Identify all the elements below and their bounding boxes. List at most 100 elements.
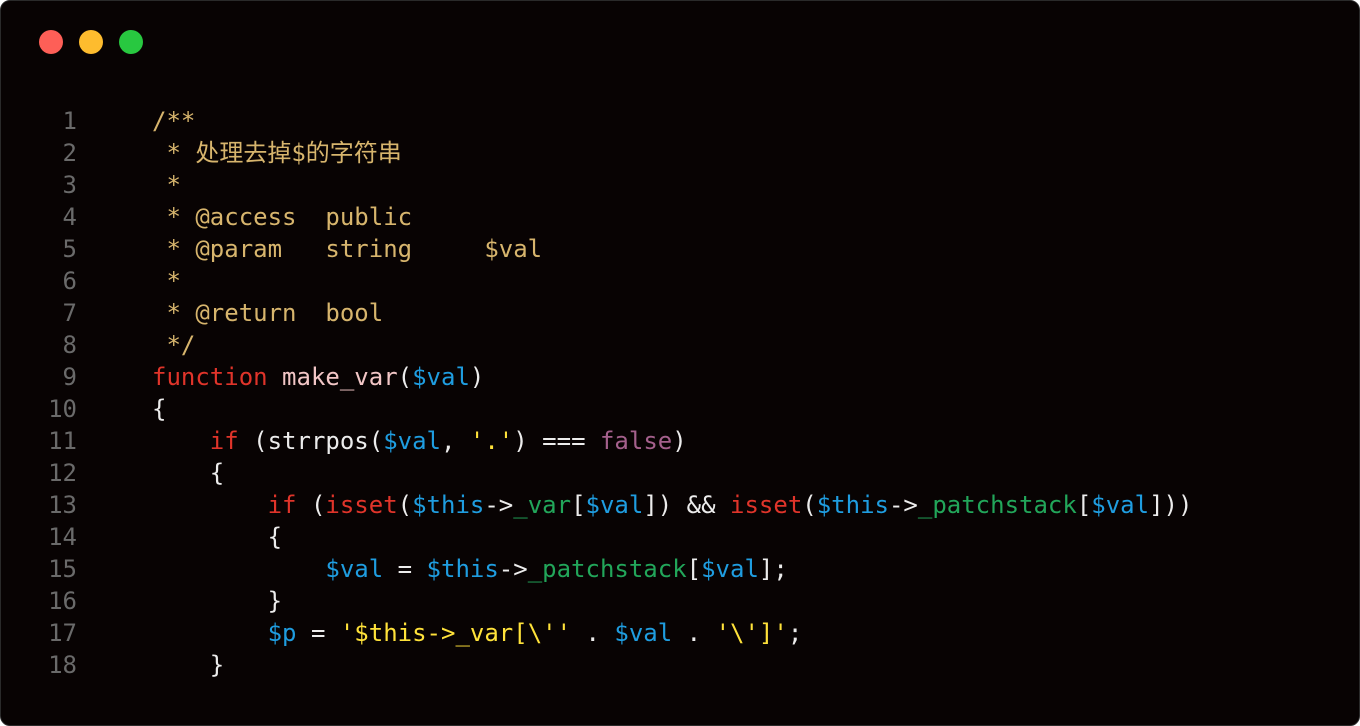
line-number: 17 bbox=[48, 619, 77, 647]
code-token-var: $this bbox=[426, 555, 499, 583]
line-content: * @return bool bbox=[77, 297, 383, 329]
line-number: 18 bbox=[48, 651, 77, 679]
code-token-comment: /** bbox=[152, 107, 196, 135]
line-content: { bbox=[77, 521, 282, 553]
code-line: 11 if (strrpos($val, '.') === false) bbox=[1, 425, 1192, 457]
code-token-string: '$this->_var[\'' bbox=[339, 619, 572, 647]
zoom-button[interactable] bbox=[119, 30, 143, 54]
code-token-plain: . bbox=[672, 619, 716, 647]
code-token-comment: * 处理去掉$的字符串 bbox=[152, 139, 402, 167]
line-content: } bbox=[77, 649, 224, 681]
code-line: 5 * @param string $val bbox=[1, 233, 1192, 265]
line-number: 6 bbox=[62, 267, 77, 295]
code-token-plain: -> bbox=[484, 491, 514, 519]
code-line: 10 { bbox=[1, 393, 1192, 425]
line-number: 2 bbox=[62, 139, 77, 167]
code-token-var: $val bbox=[325, 555, 384, 583]
code-line: 2 * 处理去掉$的字符串 bbox=[1, 137, 1192, 169]
code-token-var: $this bbox=[816, 491, 889, 519]
code-token-plain: . bbox=[571, 619, 615, 647]
code-line: 7 * @return bool bbox=[1, 297, 1192, 329]
line-number: 3 bbox=[62, 171, 77, 199]
code-token-plain: ( bbox=[296, 491, 326, 519]
line-content: */ bbox=[77, 329, 195, 361]
line-number: 9 bbox=[62, 363, 77, 391]
code-token-comment: * bbox=[152, 267, 181, 295]
code-token-plain: ) bbox=[672, 427, 687, 455]
code-token-prop: _var bbox=[513, 491, 572, 519]
line-content: * 处理去掉$的字符串 bbox=[77, 137, 402, 169]
line-content: function make_var($val) bbox=[77, 361, 484, 393]
minimize-button[interactable] bbox=[79, 30, 103, 54]
line-content: { bbox=[77, 393, 166, 425]
code-token-plain: , bbox=[441, 427, 470, 455]
code-token-string: '.' bbox=[469, 427, 514, 455]
line-number: 1 bbox=[62, 107, 77, 135]
code-line: 15 $val = $this->_patchstack[$val]; bbox=[1, 553, 1192, 585]
code-token-var: $this bbox=[412, 491, 485, 519]
line-number: 13 bbox=[48, 491, 77, 519]
code-token-var: $val bbox=[412, 363, 470, 391]
code-token-plain: ])) bbox=[1149, 491, 1193, 519]
code-token-comment: * bbox=[152, 171, 181, 199]
code-token-var: $val bbox=[585, 491, 644, 519]
code-token-keyword: if bbox=[267, 491, 297, 519]
code-line: 8 */ bbox=[1, 329, 1192, 361]
code-line: 16 } bbox=[1, 585, 1192, 617]
line-content: * bbox=[77, 169, 181, 201]
code-token-bool: false bbox=[599, 427, 673, 455]
line-content: /** bbox=[77, 105, 195, 137]
code-token-keyword: if bbox=[209, 427, 239, 455]
close-button[interactable] bbox=[39, 30, 63, 54]
code-token-plain: [ bbox=[686, 555, 702, 583]
code-block: 1/** 2 * 处理去掉$的字符串 3 * 4 * @access public 5 … bbox=[1, 105, 1192, 681]
line-number: 12 bbox=[48, 459, 77, 487]
line-number: 7 bbox=[62, 299, 77, 327]
code-line: 14 { bbox=[1, 521, 1192, 553]
code-token-plain: [ bbox=[1076, 491, 1092, 519]
code-token-keyword: isset bbox=[325, 491, 398, 519]
code-token-var: $p bbox=[267, 619, 297, 647]
code-line: 3 * bbox=[1, 169, 1192, 201]
line-number: 16 bbox=[48, 587, 77, 615]
code-line: 18 } bbox=[1, 649, 1192, 681]
code-token-plain: ( bbox=[802, 491, 817, 519]
code-token-comment: * @access public bbox=[152, 203, 413, 231]
code-line: 17 $p = '$this->_var[\'' . $val . '\']'; bbox=[1, 617, 1192, 649]
line-content: * @access public bbox=[77, 201, 412, 233]
line-content: if (strrpos($val, '.') === false) bbox=[77, 425, 687, 457]
code-line: 12 { bbox=[1, 457, 1192, 489]
code-token-var: $val bbox=[383, 427, 441, 455]
code-token-plain: ( bbox=[397, 491, 413, 519]
code-token-keyword: isset bbox=[730, 491, 803, 519]
line-content: * bbox=[77, 265, 181, 297]
line-content: } bbox=[77, 585, 282, 617]
window-controls bbox=[39, 30, 143, 54]
code-token-plain: ]; bbox=[758, 555, 788, 583]
code-token-var: $val bbox=[614, 619, 673, 647]
code-token-plain: ) bbox=[469, 363, 485, 391]
code-token-plain: ]) && bbox=[643, 491, 731, 519]
line-number: 10 bbox=[48, 395, 77, 423]
line-content: $p = '$this->_var[\'' . $val . '\']'; bbox=[77, 617, 803, 649]
code-line: 6 * bbox=[1, 265, 1192, 297]
code-token-keyword: function bbox=[152, 363, 268, 391]
code-token-prop: _patchstack bbox=[917, 491, 1077, 519]
code-token-plain: = bbox=[383, 555, 427, 583]
code-token-prop: _patchstack bbox=[527, 555, 687, 583]
code-token-plain: } bbox=[152, 651, 225, 679]
code-line: 4 * @access public bbox=[1, 201, 1192, 233]
line-number: 11 bbox=[48, 427, 77, 455]
line-content: * @param string $val bbox=[77, 233, 542, 265]
code-line: 1 /** bbox=[1, 105, 1192, 137]
code-token-plain: ( bbox=[397, 363, 413, 391]
line-number: 14 bbox=[48, 523, 77, 551]
code-token-var: $val bbox=[701, 555, 759, 583]
line-number: 15 bbox=[48, 555, 77, 583]
code-token-plain: ; bbox=[787, 619, 803, 647]
